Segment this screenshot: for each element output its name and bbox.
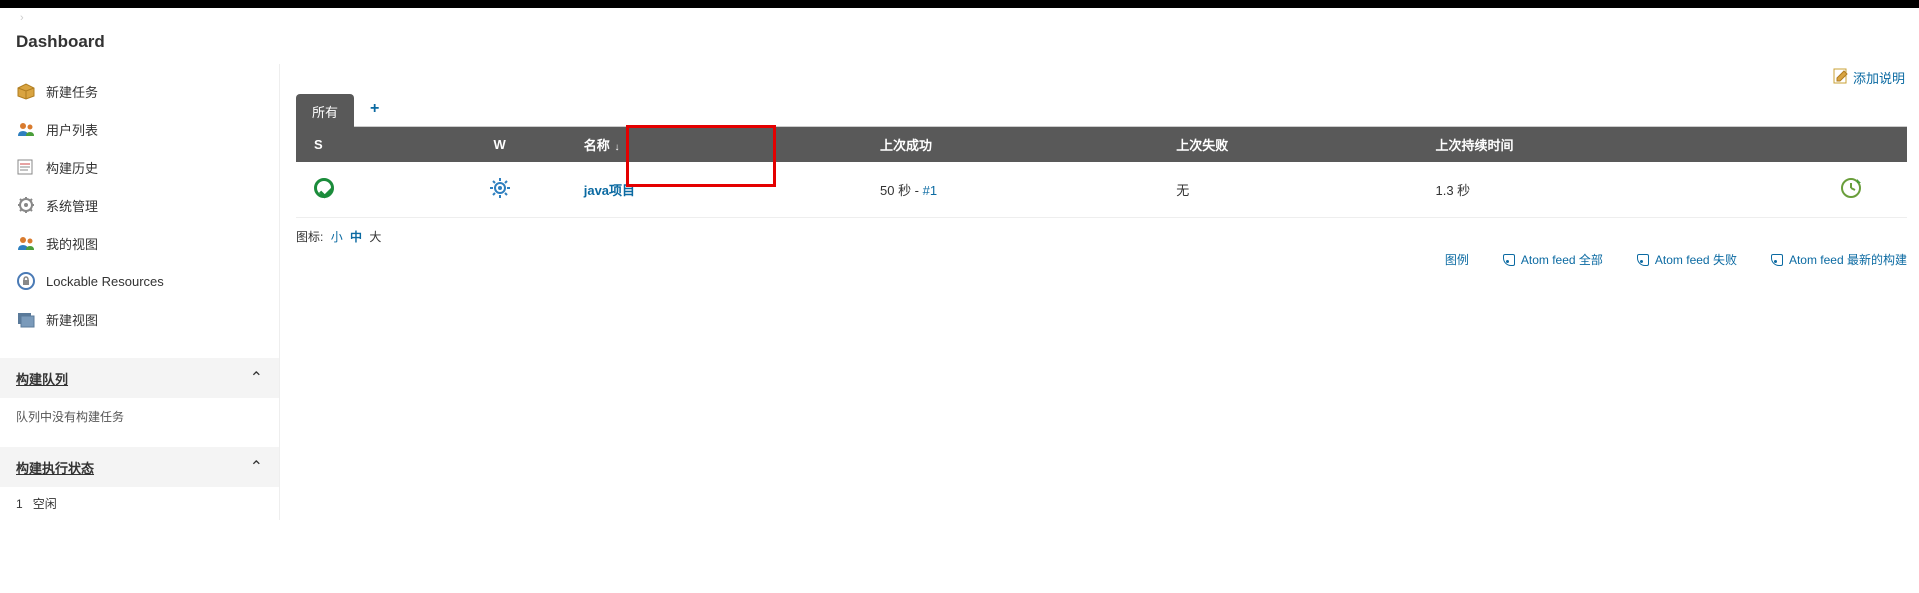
executor-row: 1 空闲: [0, 487, 279, 520]
table-row: java项目 50 秒 - #1 无 1.3 秒: [296, 162, 1907, 218]
sidebar-item-label: 我的视图: [46, 234, 98, 253]
sidebar-item-lockable[interactable]: Lockable Resources: [0, 262, 279, 300]
tab-label: 所有: [312, 105, 338, 120]
executor-text: 空闲: [33, 497, 57, 511]
col-name[interactable]: 名称 ↓: [574, 127, 870, 162]
chevron-down-icon: ⌃: [250, 368, 263, 388]
rss-icon: [1771, 254, 1783, 266]
last-success-cell: 50 秒 - #1: [870, 162, 1166, 218]
pencil-icon: [1833, 68, 1849, 87]
history-icon: [16, 157, 36, 177]
icon-size-legend: 图标: 小 中 大: [296, 228, 1907, 245]
sidebar-item-label: Lockable Resources: [46, 274, 164, 289]
sidebar: 新建任务 用户列表 构建历史 系统管理: [0, 64, 280, 520]
sidebar-item-my-views[interactable]: 我的视图: [0, 224, 279, 262]
tabs: 所有 +: [296, 92, 1907, 127]
col-last-success[interactable]: 上次成功: [870, 127, 1166, 162]
atom-feed-fail[interactable]: Atom feed 失败: [1637, 251, 1737, 268]
sort-indicator-icon: ↓: [612, 142, 620, 153]
sidebar-item-label: 构建历史: [46, 158, 98, 177]
breadcrumb: ›: [0, 8, 1919, 32]
users-icon: [16, 233, 36, 253]
rss-icon: [1503, 254, 1515, 266]
sidebar-item-label: 用户列表: [46, 120, 98, 139]
col-last-failure[interactable]: 上次失败: [1166, 127, 1425, 162]
add-tab-button[interactable]: +: [358, 92, 391, 126]
sidebar-item-build-history[interactable]: 构建历史: [0, 148, 279, 186]
page-title: Dashboard: [0, 32, 1919, 64]
build-queue-title: 构建队列: [16, 369, 68, 388]
exec-status-header[interactable]: 构建执行状态 ⌃: [0, 447, 279, 487]
atom-feed-latest[interactable]: Atom feed 最新的构建: [1771, 251, 1907, 268]
tab-all[interactable]: 所有: [296, 94, 354, 127]
legend-link[interactable]: 图例: [1445, 251, 1469, 268]
last-duration-cell: 1.3 秒: [1426, 162, 1796, 218]
add-description-label: 添加说明: [1853, 68, 1905, 87]
job-link[interactable]: java项目: [584, 183, 635, 198]
col-weather[interactable]: W: [426, 127, 574, 162]
jobs-table: S W 名称 ↓ 上次成功 上次失败 上次持续时间: [296, 127, 1907, 218]
breadcrumb-separator: ›: [20, 12, 24, 24]
sidebar-item-new-job[interactable]: 新建任务: [0, 72, 279, 110]
col-last-duration[interactable]: 上次持续时间: [1426, 127, 1796, 162]
icon-size-medium[interactable]: 中: [350, 230, 362, 244]
last-failure-cell: 无: [1166, 162, 1425, 218]
exec-status-title: 构建执行状态: [16, 458, 94, 477]
sidebar-item-label: 新建视图: [46, 310, 98, 329]
schedule-build-icon[interactable]: [1840, 177, 1862, 199]
chevron-down-icon: ⌃: [250, 457, 263, 477]
build-queue-body: 队列中没有构建任务: [0, 398, 279, 435]
icon-size-large[interactable]: 大: [369, 230, 381, 244]
feed-links: 图例 Atom feed 全部 Atom feed 失败 Atom feed 最…: [296, 251, 1907, 268]
main-content: 添加说明 所有 + S W 名称 ↓: [280, 64, 1919, 520]
lock-icon: [16, 271, 36, 291]
rss-icon: [1637, 254, 1649, 266]
sidebar-item-label: 系统管理: [46, 196, 98, 215]
newview-icon: [16, 309, 36, 329]
sidebar-item-label: 新建任务: [46, 82, 98, 101]
sidebar-item-users[interactable]: 用户列表: [0, 110, 279, 148]
users-icon: [16, 119, 36, 139]
box-icon: [16, 81, 36, 101]
build-queue-header[interactable]: 构建队列 ⌃: [0, 358, 279, 398]
add-description-link[interactable]: 添加说明: [1833, 68, 1905, 87]
sidebar-item-manage[interactable]: 系统管理: [0, 186, 279, 224]
atom-feed-all[interactable]: Atom feed 全部: [1503, 251, 1603, 268]
build-queue-empty: 队列中没有构建任务: [16, 410, 124, 424]
sidebar-item-new-view[interactable]: 新建视图: [0, 300, 279, 338]
top-bar: [0, 0, 1919, 8]
status-success-icon: [314, 178, 334, 198]
gear-icon: [16, 195, 36, 215]
executor-num: 1: [16, 497, 23, 511]
sidebar-nav: 新建任务 用户列表 构建历史 系统管理: [0, 64, 279, 346]
col-status[interactable]: S: [296, 127, 426, 162]
icon-size-small[interactable]: 小: [331, 230, 343, 244]
build-link[interactable]: #1: [923, 183, 937, 198]
weather-sunny-icon: [488, 176, 512, 200]
